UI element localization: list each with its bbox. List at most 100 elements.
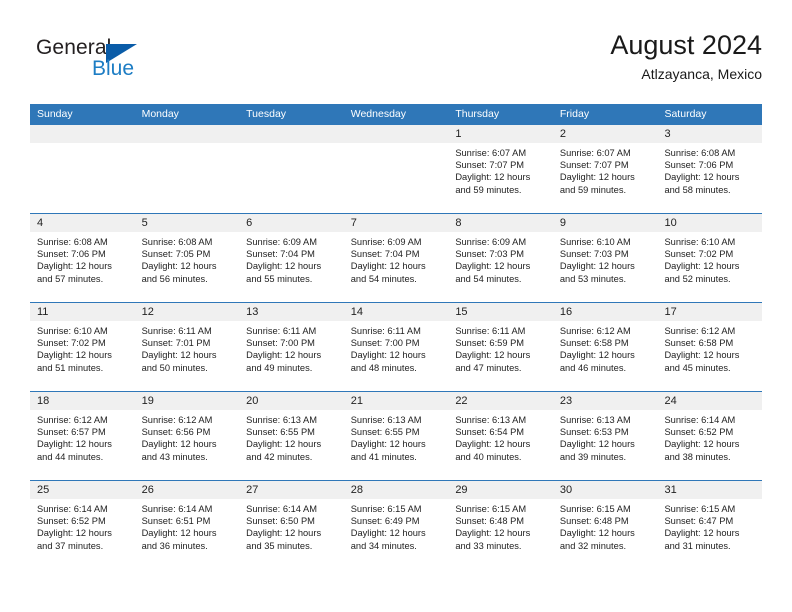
- day-cell[interactable]: 28 Sunrise: 6:15 AM Sunset: 6:49 PM Dayl…: [343, 481, 449, 569]
- sunset-text: Sunset: 6:47 PM: [664, 516, 734, 527]
- day-cell[interactable]: 21 Sunrise: 6:13 AM Sunset: 6:55 PM Dayl…: [343, 392, 449, 480]
- day-cell[interactable]: 3 Sunrise: 6:08 AM Sunset: 7:06 PM Dayli…: [657, 125, 763, 213]
- day-details: [135, 143, 240, 147]
- day-cell[interactable]: 4 Sunrise: 6:08 AM Sunset: 7:06 PM Dayli…: [30, 214, 135, 302]
- day-details: [30, 143, 135, 147]
- day-cell[interactable]: [30, 125, 135, 213]
- daylight-text: Daylight: 12 hours: [664, 261, 740, 272]
- day-details: Sunrise: 6:09 AM Sunset: 7:04 PM Dayligh…: [239, 232, 344, 285]
- day-cell[interactable]: 30 Sunrise: 6:15 AM Sunset: 6:48 PM Dayl…: [552, 481, 658, 569]
- sunset-text: Sunset: 7:07 PM: [455, 160, 525, 171]
- sunset-text: Sunset: 6:55 PM: [350, 427, 420, 438]
- daylight-text-cont: and 58 minutes.: [664, 184, 731, 195]
- daylight-text-cont: and 35 minutes.: [246, 540, 313, 551]
- day-cell[interactable]: 8 Sunrise: 6:09 AM Sunset: 7:03 PM Dayli…: [448, 214, 553, 302]
- day-details: Sunrise: 6:15 AM Sunset: 6:48 PM Dayligh…: [553, 499, 658, 552]
- day-number: 10: [657, 214, 763, 232]
- day-cell[interactable]: 20 Sunrise: 6:13 AM Sunset: 6:55 PM Dayl…: [239, 392, 344, 480]
- day-cell[interactable]: 14 Sunrise: 6:11 AM Sunset: 7:00 PM Dayl…: [343, 303, 449, 391]
- sunset-text: Sunset: 6:48 PM: [455, 516, 525, 527]
- day-cell[interactable]: 15 Sunrise: 6:11 AM Sunset: 6:59 PM Dayl…: [448, 303, 553, 391]
- sunrise-text: Sunrise: 6:12 AM: [559, 326, 631, 336]
- sunset-text: Sunset: 7:04 PM: [350, 249, 420, 260]
- day-number: 18: [30, 392, 135, 410]
- day-details: Sunrise: 6:07 AM Sunset: 7:07 PM Dayligh…: [553, 143, 658, 196]
- sunrise-text: Sunrise: 6:13 AM: [455, 415, 527, 425]
- day-details: Sunrise: 6:07 AM Sunset: 7:07 PM Dayligh…: [448, 143, 553, 196]
- sunset-text: Sunset: 6:56 PM: [141, 427, 211, 438]
- day-cell[interactable]: 18 Sunrise: 6:12 AM Sunset: 6:57 PM Dayl…: [30, 392, 135, 480]
- day-details: Sunrise: 6:12 AM Sunset: 6:58 PM Dayligh…: [553, 321, 658, 374]
- day-cell[interactable]: 9 Sunrise: 6:10 AM Sunset: 7:03 PM Dayli…: [552, 214, 658, 302]
- day-cell[interactable]: 26 Sunrise: 6:14 AM Sunset: 6:51 PM Dayl…: [134, 481, 240, 569]
- day-number: [239, 125, 344, 143]
- day-cell[interactable]: 5 Sunrise: 6:08 AM Sunset: 7:05 PM Dayli…: [134, 214, 240, 302]
- daylight-text-cont: and 55 minutes.: [246, 273, 313, 284]
- day-details: Sunrise: 6:14 AM Sunset: 6:50 PM Dayligh…: [239, 499, 344, 552]
- sunrise-text: Sunrise: 6:09 AM: [350, 237, 422, 247]
- daylight-text-cont: and 57 minutes.: [37, 273, 104, 284]
- sunset-text: Sunset: 6:58 PM: [664, 338, 734, 349]
- sunset-text: Sunset: 6:48 PM: [559, 516, 629, 527]
- calendar-grid: Sunday Monday Tuesday Wednesday Thursday…: [30, 104, 763, 569]
- daylight-text-cont: and 46 minutes.: [559, 362, 627, 373]
- day-cell[interactable]: 12 Sunrise: 6:11 AM Sunset: 7:01 PM Dayl…: [134, 303, 240, 391]
- daylight-text-cont: and 34 minutes.: [350, 540, 417, 551]
- title-block: August 2024 Atlzayanca, Mexico: [610, 28, 762, 83]
- day-cell[interactable]: 19 Sunrise: 6:12 AM Sunset: 6:56 PM Dayl…: [134, 392, 240, 480]
- daylight-text-cont: and 54 minutes.: [350, 273, 417, 284]
- daylight-text-cont: and 52 minutes.: [664, 273, 731, 284]
- day-cell[interactable]: 29 Sunrise: 6:15 AM Sunset: 6:48 PM Dayl…: [448, 481, 553, 569]
- daylight-text: Daylight: 12 hours: [559, 261, 635, 272]
- day-cell[interactable]: [343, 125, 449, 213]
- daylight-text: Daylight: 12 hours: [141, 261, 217, 272]
- daylight-text: Daylight: 12 hours: [350, 350, 426, 361]
- daylight-text-cont: and 40 minutes.: [455, 451, 522, 462]
- day-details: Sunrise: 6:15 AM Sunset: 6:48 PM Dayligh…: [448, 499, 553, 552]
- daylight-text-cont: and 59 minutes.: [455, 184, 522, 195]
- day-cell[interactable]: 16 Sunrise: 6:12 AM Sunset: 6:58 PM Dayl…: [552, 303, 658, 391]
- day-cell[interactable]: 22 Sunrise: 6:13 AM Sunset: 6:54 PM Dayl…: [448, 392, 553, 480]
- day-cell[interactable]: 24 Sunrise: 6:14 AM Sunset: 6:52 PM Dayl…: [657, 392, 763, 480]
- day-cell[interactable]: [134, 125, 240, 213]
- day-cell[interactable]: 23 Sunrise: 6:13 AM Sunset: 6:53 PM Dayl…: [552, 392, 658, 480]
- day-cell[interactable]: 31 Sunrise: 6:15 AM Sunset: 6:47 PM Dayl…: [657, 481, 763, 569]
- sunset-text: Sunset: 7:04 PM: [246, 249, 315, 260]
- daylight-text: Daylight: 12 hours: [37, 350, 112, 361]
- weekday-header-thursday: Thursday: [455, 108, 500, 120]
- day-cell[interactable]: [239, 125, 344, 213]
- sunrise-text: Sunrise: 6:14 AM: [664, 415, 736, 425]
- day-number: 27: [239, 481, 344, 499]
- sunrise-text: Sunrise: 6:12 AM: [664, 326, 736, 336]
- sunset-text: Sunset: 7:07 PM: [559, 160, 629, 171]
- day-cell[interactable]: 13 Sunrise: 6:11 AM Sunset: 7:00 PM Dayl…: [239, 303, 344, 391]
- daylight-text: Daylight: 12 hours: [141, 350, 217, 361]
- day-details: Sunrise: 6:13 AM Sunset: 6:54 PM Dayligh…: [448, 410, 553, 463]
- day-cell[interactable]: 7 Sunrise: 6:09 AM Sunset: 7:04 PM Dayli…: [343, 214, 449, 302]
- day-cell[interactable]: 10 Sunrise: 6:10 AM Sunset: 7:02 PM Dayl…: [657, 214, 763, 302]
- day-cell[interactable]: 11 Sunrise: 6:10 AM Sunset: 7:02 PM Dayl…: [30, 303, 135, 391]
- calendar-page: General Blue August 2024 Atlzayanca, Mex…: [0, 0, 792, 612]
- day-cell[interactable]: 1 Sunrise: 6:07 AM Sunset: 7:07 PM Dayli…: [448, 125, 553, 213]
- daylight-text: Daylight: 12 hours: [455, 172, 531, 183]
- day-cell[interactable]: 6 Sunrise: 6:09 AM Sunset: 7:04 PM Dayli…: [239, 214, 344, 302]
- daylight-text-cont: and 45 minutes.: [664, 362, 731, 373]
- sunrise-text: Sunrise: 6:11 AM: [350, 326, 421, 336]
- daylight-text: Daylight: 12 hours: [350, 528, 426, 539]
- brand-logo[interactable]: General Blue: [30, 32, 250, 88]
- sunset-text: Sunset: 7:00 PM: [350, 338, 420, 349]
- day-cell[interactable]: 25 Sunrise: 6:14 AM Sunset: 6:52 PM Dayl…: [30, 481, 135, 569]
- day-cell[interactable]: 27 Sunrise: 6:14 AM Sunset: 6:50 PM Dayl…: [239, 481, 344, 569]
- daylight-text-cont: and 54 minutes.: [455, 273, 522, 284]
- day-cell[interactable]: 17 Sunrise: 6:12 AM Sunset: 6:58 PM Dayl…: [657, 303, 763, 391]
- day-details: Sunrise: 6:11 AM Sunset: 7:01 PM Dayligh…: [135, 321, 240, 374]
- day-number: 17: [657, 303, 763, 321]
- weekday-header-monday: Monday: [141, 108, 179, 120]
- daylight-text-cont: and 41 minutes.: [350, 451, 417, 462]
- daylight-text: Daylight: 12 hours: [246, 350, 322, 361]
- daylight-text: Daylight: 12 hours: [559, 528, 635, 539]
- week-row: 18 Sunrise: 6:12 AM Sunset: 6:57 PM Dayl…: [30, 391, 763, 480]
- sunset-text: Sunset: 7:06 PM: [664, 160, 734, 171]
- day-cell[interactable]: 2 Sunrise: 6:07 AM Sunset: 7:07 PM Dayli…: [552, 125, 658, 213]
- sunset-text: Sunset: 7:02 PM: [37, 338, 106, 349]
